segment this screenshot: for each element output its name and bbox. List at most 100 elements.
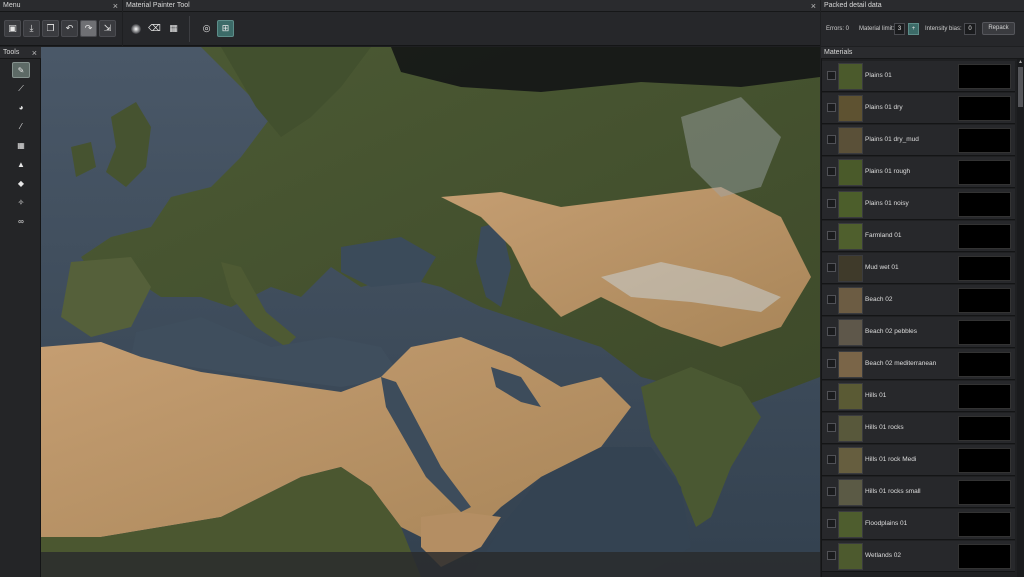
export-icon: ⇲ — [103, 23, 112, 33]
download-button[interactable]: ⤓ — [23, 20, 40, 37]
eraser-button[interactable]: ⌫ — [146, 20, 163, 37]
tools-close-icon[interactable]: × — [32, 47, 37, 59]
material-row[interactable]: Plains 01 noisy — [822, 189, 1015, 220]
material-row[interactable]: Hills 01 rock Medi — [822, 445, 1015, 476]
material-row[interactable]: Hills 01 — [822, 381, 1015, 412]
material-mask-preview — [958, 320, 1011, 345]
undo-button[interactable]: ↶ — [61, 20, 78, 37]
copy-icon: ❐ — [46, 23, 55, 33]
material-row[interactable]: Beach 02 — [822, 285, 1015, 316]
material-mask-preview — [958, 256, 1011, 281]
errors-label: Errors: 0 — [826, 26, 850, 32]
material-checkbox[interactable] — [827, 231, 836, 240]
material-checkbox[interactable] — [827, 167, 836, 176]
painter-close-icon[interactable]: × — [811, 0, 816, 12]
brush-icon: ✎ — [17, 66, 25, 75]
material-thumbnail — [838, 127, 863, 154]
material-label: Floodplains 01 — [865, 520, 908, 527]
material-row[interactable]: Beach 02 mediterranean — [822, 349, 1015, 380]
material-row[interactable]: Farmland 01 — [822, 221, 1015, 252]
material-checkbox[interactable] — [827, 263, 836, 272]
material-checkbox[interactable] — [827, 423, 836, 432]
material-mask-preview — [958, 96, 1011, 121]
grid-select-button[interactable]: ▦ — [165, 20, 182, 37]
material-label: Farmland 01 — [865, 232, 902, 239]
material-checkbox[interactable] — [827, 103, 836, 112]
material-checkbox[interactable] — [827, 135, 836, 144]
repack-button[interactable]: Repack — [982, 22, 1015, 35]
material-row[interactable]: Wetlands 02 — [822, 541, 1015, 572]
material-row[interactable]: Hills 01 rocks small — [822, 477, 1015, 508]
overlay-button[interactable]: ⊞ — [217, 20, 234, 37]
undo-icon: ↶ — [65, 23, 74, 33]
material-row[interactable]: Floodplains 01 — [822, 509, 1015, 540]
material-checkbox[interactable] — [827, 455, 836, 464]
material-checkbox[interactable] — [827, 519, 836, 528]
shapes-tool[interactable]: ◆ — [12, 176, 30, 192]
material-thumbnail — [838, 479, 863, 506]
material-checkbox[interactable] — [827, 359, 836, 368]
terrain-map[interactable] — [41, 47, 820, 577]
eyedropper-icon: ⁄ — [20, 122, 22, 131]
materials-panel: Plains 01 Plains 01 dry Plains 01 dry_mud P… — [821, 59, 1024, 577]
material-mask-preview — [958, 416, 1011, 441]
eyedropper-tool[interactable]: ⁄ — [12, 119, 30, 135]
material-label: Beach 02 — [865, 296, 893, 303]
material-label: Plains 01 — [865, 72, 892, 79]
material-mask-preview — [958, 224, 1011, 249]
material-row[interactable]: Plains 01 dry — [822, 93, 1015, 124]
material-row[interactable]: Plains 01 rough — [822, 157, 1015, 188]
material-mask-preview — [958, 192, 1011, 217]
scroll-thumb[interactable] — [1018, 67, 1023, 107]
material-thumbnail — [838, 511, 863, 538]
material-checkbox[interactable] — [827, 199, 836, 208]
material-thumbnail — [838, 191, 863, 218]
material-mask-preview — [958, 128, 1011, 153]
target-button[interactable]: ◎ — [198, 20, 215, 37]
material-checkbox[interactable] — [827, 327, 836, 336]
material-row[interactable]: Hills 01 rocks — [822, 413, 1015, 444]
materials-scrollbar[interactable]: ▲ — [1017, 59, 1024, 577]
material-checkbox[interactable] — [827, 391, 836, 400]
material-limit-field[interactable]: 3 — [894, 23, 905, 35]
material-mask-preview — [958, 512, 1011, 537]
mountain-tool[interactable]: ▲ — [12, 157, 30, 173]
redo-button[interactable]: ↷ — [80, 20, 97, 37]
packed-panel-title: Packed detail data — [821, 0, 1024, 12]
material-row[interactable]: Beach 02 pebbles — [822, 317, 1015, 348]
painter-panel-title: Material Painter Tool × — [123, 0, 820, 12]
material-thumbnail — [838, 447, 863, 474]
menu-close-icon[interactable]: × — [113, 0, 118, 12]
wand-tool[interactable]: ✧ — [12, 195, 30, 211]
material-checkbox[interactable] — [827, 487, 836, 496]
material-limit-increment[interactable]: + — [908, 23, 919, 35]
materials-panel-title: Materials — [821, 47, 1024, 59]
material-thumbnail — [838, 383, 863, 410]
soft-brush-button[interactable] — [127, 20, 144, 37]
paint-brush-tool[interactable]: ⟋ — [12, 81, 30, 97]
material-checkbox[interactable] — [827, 295, 836, 304]
intensity-bias-field[interactable]: 0 — [964, 23, 976, 35]
save-button[interactable]: ▣ — [4, 20, 21, 37]
mask-tool[interactable]: ∞ — [12, 214, 30, 230]
grid-tool[interactable]: ▦ — [12, 138, 30, 154]
redo-icon: ↷ — [84, 23, 93, 33]
scroll-up-icon[interactable]: ▲ — [1017, 59, 1024, 66]
export-button[interactable]: ⇲ — [99, 20, 116, 37]
material-checkbox[interactable] — [827, 71, 836, 80]
material-checkbox[interactable] — [827, 551, 836, 560]
copy-button[interactable]: ❐ — [42, 20, 59, 37]
material-thumbnail — [838, 415, 863, 442]
material-limit-label: Material limit: — [859, 26, 895, 32]
map-viewport[interactable] — [41, 47, 820, 577]
palette-tool[interactable]: ◕ — [12, 100, 30, 116]
material-row[interactable]: Mud wet 01 — [822, 253, 1015, 284]
material-label: Plains 01 dry_mud — [865, 136, 919, 143]
brush-tool[interactable]: ✎ — [12, 62, 30, 78]
material-row[interactable]: Plains 01 dry_mud — [822, 125, 1015, 156]
material-row[interactable]: Plains 01 — [822, 61, 1015, 92]
material-mask-preview — [958, 160, 1011, 185]
material-label: Hills 01 rocks — [865, 424, 904, 431]
material-mask-preview — [958, 384, 1011, 409]
material-label: Plains 01 dry — [865, 104, 903, 111]
